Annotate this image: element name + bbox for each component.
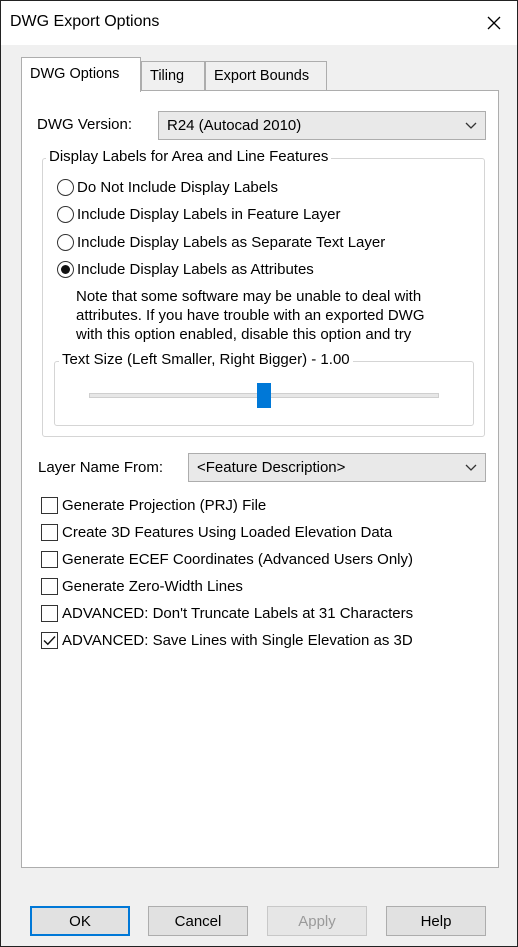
checkbox-label: Create 3D Features Using Loaded Elevatio… bbox=[62, 524, 393, 541]
note-line: with this option enabled, disable this o… bbox=[76, 326, 412, 343]
apply-button-label: Apply bbox=[298, 912, 336, 930]
tab-export-bounds[interactable]: Export Bounds bbox=[205, 61, 327, 91]
close-icon bbox=[487, 16, 501, 30]
ok-button[interactable]: OK bbox=[30, 906, 130, 936]
checkbox-single-elevation-3d[interactable]: ADVANCED: Save Lines with Single Elevati… bbox=[41, 632, 413, 649]
checkbox-label: Generate Zero-Width Lines bbox=[62, 578, 243, 595]
dwg-version-select[interactable]: R24 (Autocad 2010) bbox=[158, 111, 486, 140]
text-size-slider-thumb[interactable] bbox=[257, 383, 271, 408]
window-title: DWG Export Options bbox=[10, 13, 160, 30]
radio-feature-layer[interactable]: Include Display Labels in Feature Layer bbox=[57, 206, 340, 223]
tab-label: Export Bounds bbox=[214, 68, 310, 84]
attributes-note: Note that some software may be unable to… bbox=[76, 287, 425, 344]
chevron-down-icon bbox=[465, 464, 477, 471]
layer-name-select[interactable]: <Feature Description> bbox=[188, 453, 486, 482]
radio-separate-text-layer[interactable]: Include Display Labels as Separate Text … bbox=[57, 234, 385, 251]
radio-button[interactable] bbox=[57, 179, 74, 196]
help-button-label: Help bbox=[420, 912, 452, 930]
display-labels-group: Display Labels for Area and Line Feature… bbox=[42, 148, 485, 437]
cancel-button[interactable]: Cancel bbox=[148, 906, 248, 936]
tab-label: DWG Options bbox=[30, 66, 120, 82]
checkbox[interactable] bbox=[41, 524, 58, 541]
checkmark-icon bbox=[43, 636, 56, 646]
display-labels-group-title: Display Labels for Area and Line Feature… bbox=[46, 148, 332, 165]
chevron-down-icon bbox=[465, 122, 477, 129]
tab-label: Tiling bbox=[150, 68, 185, 84]
checkbox[interactable] bbox=[41, 551, 58, 568]
radio-label: Include Display Labels as Attributes bbox=[77, 261, 314, 278]
checkbox-generate-prj[interactable]: Generate Projection (PRJ) File bbox=[41, 497, 266, 514]
checkbox[interactable] bbox=[41, 605, 58, 622]
dwg-version-value: R24 (Autocad 2010) bbox=[167, 117, 302, 134]
ok-button-label: OK bbox=[69, 912, 91, 930]
dwg-options-panel: DWG Version: R24 (Autocad 2010) Display … bbox=[21, 90, 499, 868]
radio-button[interactable] bbox=[57, 234, 74, 251]
dwg-export-options-dialog: DWG Export Options DWG Options Tiling Ex… bbox=[0, 0, 518, 947]
checkbox-create-3d-features[interactable]: Create 3D Features Using Loaded Elevatio… bbox=[41, 524, 392, 541]
radio-label: Include Display Labels in Feature Layer bbox=[77, 206, 341, 223]
checkbox-label: ADVANCED: Save Lines with Single Elevati… bbox=[62, 632, 413, 649]
title-bar: DWG Export Options bbox=[1, 1, 517, 45]
checkbox-label: Generate Projection (PRJ) File bbox=[62, 497, 267, 514]
checkbox[interactable] bbox=[41, 578, 58, 595]
close-button[interactable] bbox=[477, 7, 511, 39]
checkbox-ecef-coordinates[interactable]: Generate ECEF Coordinates (Advanced User… bbox=[41, 551, 413, 568]
note-line: attributes. If you have trouble with an … bbox=[76, 307, 425, 324]
note-line: Note that some software may be unable to… bbox=[76, 288, 422, 305]
cancel-button-label: Cancel bbox=[174, 912, 222, 930]
tab-tiling[interactable]: Tiling bbox=[141, 61, 205, 91]
checkbox-dont-truncate-labels[interactable]: ADVANCED: Don't Truncate Labels at 31 Ch… bbox=[41, 605, 413, 622]
help-button[interactable]: Help bbox=[386, 906, 486, 936]
radio-label: Do Not Include Display Labels bbox=[77, 179, 278, 196]
checkbox[interactable] bbox=[41, 632, 58, 649]
checkbox-label: ADVANCED: Don't Truncate Labels at 31 Ch… bbox=[62, 605, 414, 622]
tab-dwg-options[interactable]: DWG Options bbox=[21, 57, 141, 92]
dwg-version-label: DWG Version: bbox=[37, 116, 133, 133]
text-size-title: Text Size (Left Smaller, Right Bigger) -… bbox=[59, 351, 353, 368]
checkbox-zero-width-lines[interactable]: Generate Zero-Width Lines bbox=[41, 578, 243, 595]
layer-name-label: Layer Name From: bbox=[38, 459, 164, 476]
checkbox[interactable] bbox=[41, 497, 58, 514]
checkbox-label: Generate ECEF Coordinates (Advanced User… bbox=[62, 551, 413, 568]
layer-name-value: <Feature Description> bbox=[197, 459, 346, 476]
radio-do-not-include[interactable]: Do Not Include Display Labels bbox=[57, 179, 278, 196]
apply-button: Apply bbox=[267, 906, 367, 936]
text-size-group: Text Size (Left Smaller, Right Bigger) -… bbox=[54, 351, 474, 426]
radio-as-attributes[interactable]: Include Display Labels as Attributes bbox=[57, 261, 314, 278]
radio-button[interactable] bbox=[57, 206, 74, 223]
radio-button[interactable] bbox=[57, 261, 74, 278]
radio-label: Include Display Labels as Separate Text … bbox=[77, 234, 386, 251]
